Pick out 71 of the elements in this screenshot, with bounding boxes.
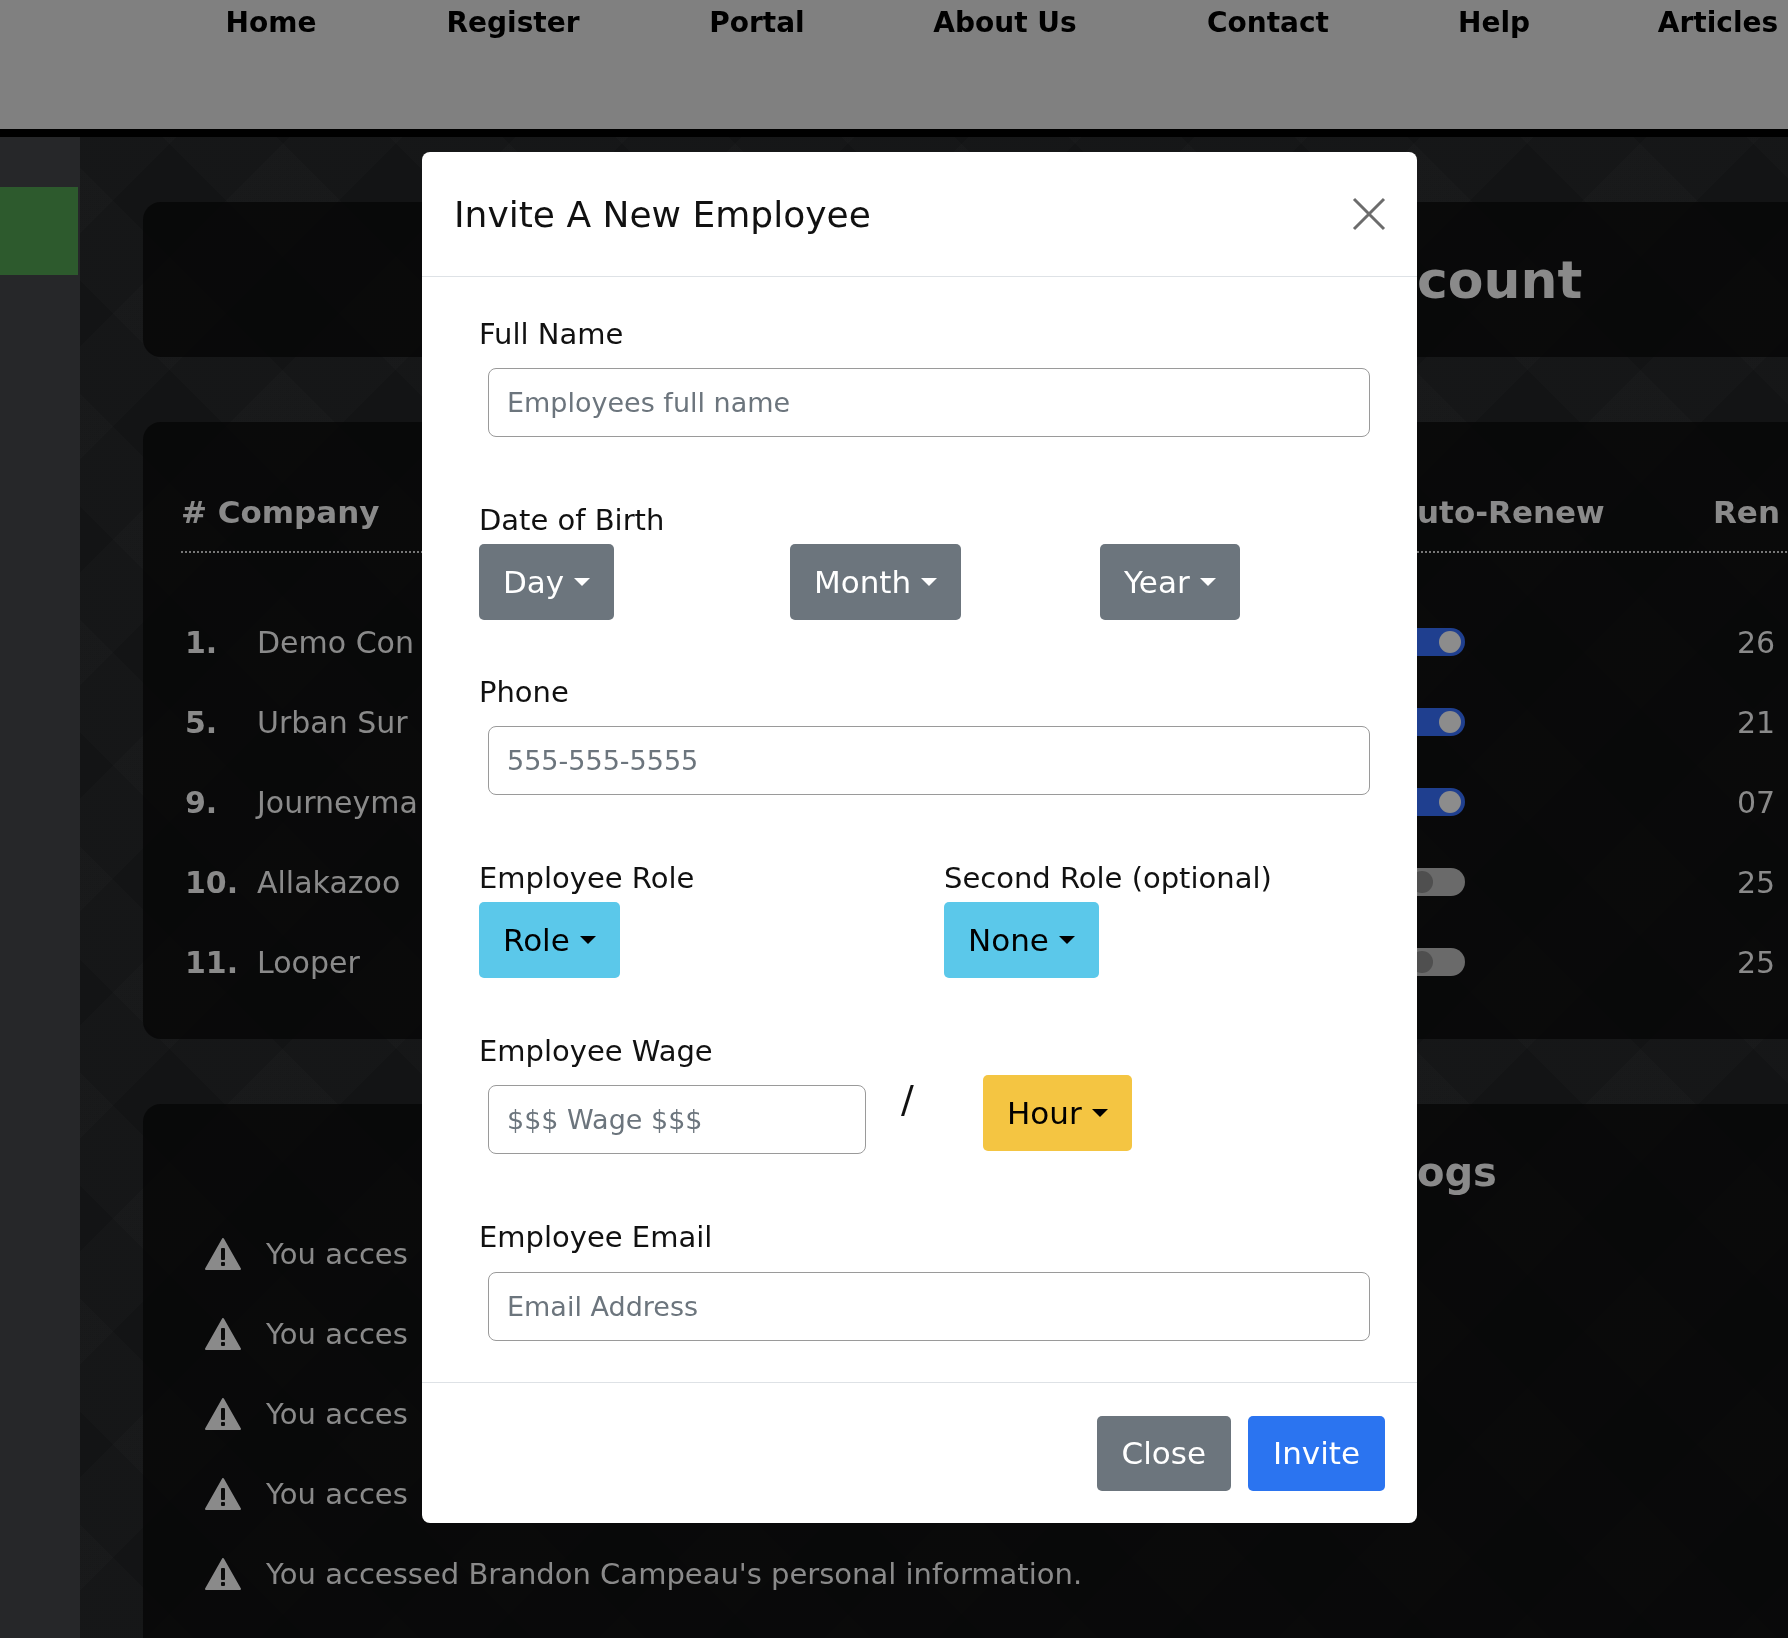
table-cell: 21	[1737, 704, 1776, 740]
dropdown-button[interactable]: Day	[479, 544, 615, 620]
warning-icon	[205, 1558, 241, 1590]
separator-slash: /	[901, 1077, 915, 1121]
company-name: Urban Sur	[257, 704, 408, 740]
auto-renew-toggle[interactable]	[1417, 948, 1465, 976]
column-header: uto-Renew	[1417, 493, 1605, 530]
nav-link[interactable]: Portal	[709, 6, 805, 39]
dropdown-button[interactable]: Month	[790, 544, 962, 620]
table-cell: 25	[1737, 864, 1776, 900]
log-entry: You acces	[266, 1237, 408, 1271]
row-number: 10.	[185, 864, 240, 900]
auto-renew-toggle[interactable]	[1417, 628, 1465, 656]
dropdown-button[interactable]: Role	[479, 902, 620, 978]
field-label: Employee Email	[479, 1219, 714, 1256]
auto-renew-toggle[interactable]	[1417, 788, 1465, 816]
field-label: Second Role (optional)	[944, 860, 1273, 897]
company-name: Demo Con	[257, 624, 414, 660]
close-icon	[1351, 196, 1387, 232]
row-number: 9.	[185, 784, 219, 820]
dropdown-button[interactable]: Year	[1100, 544, 1240, 620]
log-entry: You acces	[266, 1317, 408, 1351]
table-cell: 25	[1737, 944, 1776, 980]
company-name: Allakazoo	[257, 864, 401, 900]
company-name: Journeyma	[257, 784, 418, 820]
nav-link[interactable]: About Us	[933, 6, 1077, 39]
field-label: Employee Wage	[479, 1033, 714, 1070]
field-label: Phone	[479, 674, 570, 711]
nav-link[interactable]: Register	[446, 6, 580, 39]
row-number: 1.	[185, 624, 219, 660]
input-field[interactable]: $$$ Wage $$$	[488, 1085, 866, 1154]
caret-icon	[1058, 936, 1075, 944]
table-cell: 07	[1737, 784, 1776, 820]
warning-icon	[205, 1478, 241, 1510]
input-field[interactable]: Email Address	[488, 1272, 1370, 1341]
company-name: Looper	[257, 944, 360, 980]
nav-link[interactable]: Help	[1457, 6, 1531, 39]
row-number: 5.	[185, 704, 219, 740]
input-field[interactable]: Employees full name	[488, 368, 1370, 437]
log-entry: You acces	[266, 1477, 408, 1511]
input-field[interactable]: 555-555-5555	[488, 726, 1370, 795]
column-header: # Company	[181, 493, 381, 530]
nav-link[interactable]: Home	[225, 6, 317, 39]
section-title: ogs	[1417, 1149, 1498, 1195]
log-entry: You acces	[266, 1397, 408, 1431]
close-button[interactable]: Close	[1096, 1415, 1231, 1491]
warning-icon	[205, 1318, 241, 1350]
field-label: Date of Birth	[479, 502, 666, 539]
dialog-title: Invite A New Employee	[454, 193, 871, 235]
nav-link[interactable]: Articles	[1657, 6, 1779, 39]
column-header: Ren	[1713, 493, 1780, 530]
table-cell: 26	[1737, 624, 1776, 660]
caret-icon	[1091, 1109, 1108, 1117]
caret-icon	[574, 578, 591, 586]
log-entry: You accessed Brandon Campeau's personal information.	[266, 1557, 1083, 1591]
page-title: count	[1417, 249, 1584, 310]
row-number: 11.	[185, 944, 240, 980]
field-label: Employee Role	[479, 860, 696, 897]
dropdown-button[interactable]: Hour	[983, 1075, 1132, 1151]
warning-icon	[205, 1398, 241, 1430]
close-button[interactable]	[1351, 196, 1387, 232]
caret-icon	[921, 578, 938, 586]
caret-icon	[579, 936, 596, 944]
warning-icon	[205, 1238, 241, 1270]
auto-renew-toggle[interactable]	[1417, 868, 1465, 896]
caret-icon	[1199, 578, 1216, 586]
invite-button[interactable]: Invite	[1248, 1415, 1385, 1491]
dropdown-button[interactable]: None	[944, 902, 1099, 978]
auto-renew-toggle[interactable]	[1417, 708, 1465, 736]
field-label: Full Name	[479, 316, 625, 353]
nav-link[interactable]: Contact	[1207, 6, 1329, 39]
